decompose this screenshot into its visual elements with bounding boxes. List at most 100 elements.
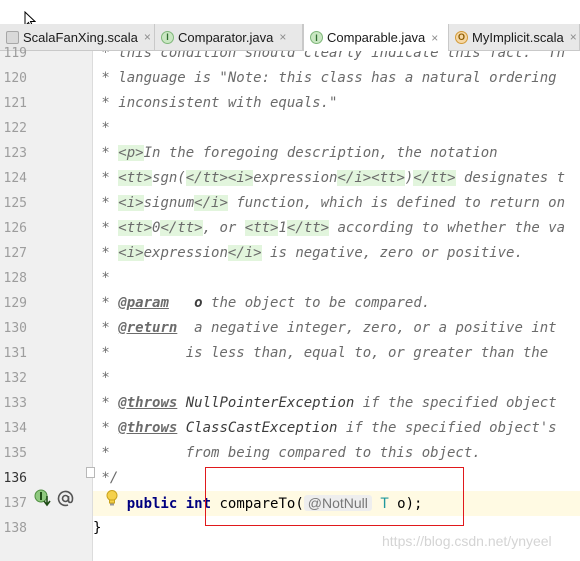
line-number: 127 — [3, 246, 27, 261]
param-name: o — [194, 295, 203, 311]
method-name[interactable]: compareTo( — [219, 496, 303, 512]
doc-text — [177, 395, 185, 411]
type-parameter: T — [371, 496, 389, 512]
keyword-public: public — [126, 496, 178, 512]
doc-text: according to whether the va — [329, 220, 566, 236]
doc-text: a negative integer, zero, or a positive … — [177, 320, 557, 336]
exception-ref[interactable]: NullPointerException — [186, 395, 355, 411]
doc-text: designates t — [455, 170, 566, 186]
doc-text: * — [93, 320, 119, 336]
annotation-icon[interactable] — [56, 488, 74, 508]
code-line-124: * <tt>sgn(</tt><i>expression</i><tt>)</t… — [93, 166, 580, 191]
tab-comparator[interactable]: I Comparator.java × — [155, 24, 303, 50]
line-number: 136 — [3, 471, 27, 486]
code-line-136-comment-end: */ — [93, 470, 119, 486]
html-tag: <tt> — [118, 170, 153, 186]
tab-label: Comparable.java — [327, 30, 426, 45]
code-line-135: * from being compared to this object. — [93, 445, 481, 461]
html-tag: </tt> — [160, 220, 203, 236]
html-tag: <tt> — [118, 220, 153, 236]
doc-text: * — [93, 295, 119, 311]
html-tag: <i> — [118, 195, 144, 211]
notnull-inlay-hint[interactable]: @NotNull — [303, 495, 372, 511]
lightbulb-icon[interactable] — [105, 489, 119, 507]
line-number: 122 — [3, 121, 27, 136]
doc-text: * — [93, 220, 119, 236]
doc-text: function, which is defined to return on — [227, 195, 566, 211]
method-params: o); — [388, 496, 423, 512]
line-number: 121 — [3, 96, 27, 111]
code-line-133: * @throws NullPointerException if the sp… — [93, 391, 580, 416]
line-number: 132 — [3, 371, 27, 386]
interface-icon: I — [310, 31, 323, 44]
doc-text: is negative, zero or positive. — [261, 245, 523, 261]
html-tag: <tt> — [371, 170, 405, 186]
doc-text: sgn( — [152, 170, 186, 186]
doc-text: signum — [143, 195, 195, 211]
close-icon[interactable]: × — [570, 30, 577, 44]
code-line-127: * <i>expression</i> is negative, zero or… — [93, 241, 580, 266]
editor-tab-bar: ScalaFanXing.scala × I Comparator.java ×… — [0, 24, 580, 51]
doc-text: expression — [253, 170, 338, 186]
html-tag: <tt> — [244, 220, 279, 236]
doc-text: * — [93, 195, 119, 211]
line-number: 133 — [3, 396, 27, 411]
javadoc-tag: @throws — [118, 395, 178, 411]
interface-icon: I — [161, 30, 174, 44]
html-tag: <i> — [227, 170, 254, 186]
line-number: 134 — [3, 421, 27, 436]
close-icon[interactable]: × — [279, 30, 286, 44]
close-icon[interactable]: × — [144, 30, 151, 44]
doc-text — [177, 420, 185, 436]
html-tag: <p> — [118, 145, 144, 161]
line-number: 123 — [3, 146, 27, 161]
line-number: 120 — [3, 71, 27, 86]
doc-text — [169, 295, 194, 311]
doc-text: , or — [202, 220, 245, 236]
code-line-132: * — [93, 370, 110, 386]
html-tag: </i> — [194, 195, 228, 211]
doc-text: * — [93, 145, 119, 161]
object-icon: O — [455, 30, 468, 44]
tab-label: ScalaFanXing.scala — [23, 29, 138, 45]
doc-text: 1 — [278, 220, 287, 236]
exception-ref[interactable]: ClassCastException — [186, 420, 338, 436]
implemented-method-icon[interactable] — [33, 488, 53, 508]
doc-text: the object to be compared. — [202, 295, 431, 311]
watermark: https://blog.csdn.net/ynyeel — [382, 533, 552, 549]
close-icon[interactable]: × — [431, 31, 438, 45]
line-number: 130 — [3, 321, 27, 336]
doc-text: In the foregoing description, the notati… — [143, 145, 498, 161]
line-number: 138 — [3, 521, 27, 536]
doc-text: * — [93, 395, 119, 411]
code-line-119: * this condition should clearly indicate… — [93, 51, 566, 61]
code-line-method: public int compareTo(@NotNull T o); — [93, 491, 580, 516]
doc-text: expression — [143, 245, 228, 261]
tab-label: MyImplicit.scala — [472, 29, 564, 45]
tab-myimplicit[interactable]: O MyImplicit.scala × — [449, 24, 580, 50]
html-tag: </i> — [337, 170, 372, 186]
code-line-129: * @param o the object to be compared. — [93, 291, 580, 316]
keyword-int: int — [185, 496, 212, 512]
line-number: 137 — [3, 496, 27, 511]
doc-text: * — [93, 170, 119, 186]
html-tag: </tt> — [413, 170, 456, 186]
doc-text: * — [93, 245, 119, 261]
code-line-120: * language is "Note: this class has a na… — [93, 70, 557, 86]
code-line-125: * <i>signum</i> function, which is defin… — [93, 191, 580, 216]
editor-gutter: 119 120 121 122 123 124 125 126 127 128 … — [0, 46, 95, 561]
html-tag: </tt> — [185, 170, 228, 186]
javadoc-tag: @throws — [118, 420, 178, 436]
line-number: 124 — [3, 171, 27, 186]
code-line-128: * — [93, 270, 110, 286]
line-number: 135 — [3, 446, 27, 461]
html-tag: <i> — [118, 245, 144, 261]
tab-comparable[interactable]: I Comparable.java × — [303, 24, 449, 51]
code-line-123: * <p>In the foregoing description, the n… — [93, 141, 580, 166]
line-number: 129 — [3, 296, 27, 311]
code-line-126: * <tt>0</tt>, or <tt>1</tt> according to… — [93, 216, 580, 241]
code-editor[interactable]: * this condition should clearly indicate… — [93, 51, 580, 561]
html-tag: </i> — [227, 245, 262, 261]
line-number: 128 — [3, 271, 27, 286]
